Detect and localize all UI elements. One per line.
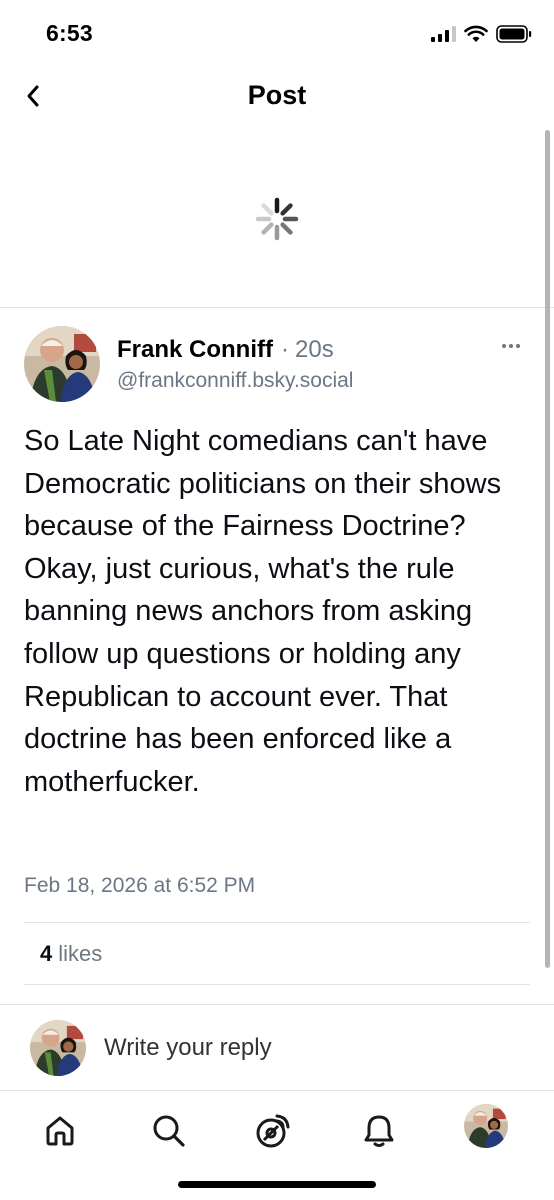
tab-notifications[interactable]	[356, 1108, 402, 1154]
author-avatar[interactable]	[24, 326, 100, 402]
wifi-icon	[464, 25, 488, 43]
tab-home[interactable]	[37, 1108, 83, 1154]
signal-icon	[431, 26, 456, 42]
loading-area	[0, 128, 554, 308]
battery-icon	[496, 25, 532, 43]
search-icon	[153, 1115, 185, 1147]
more-options-button[interactable]	[496, 336, 526, 356]
header: Post	[0, 68, 554, 128]
more-horizontal-icon	[502, 344, 506, 348]
user-avatar	[30, 1020, 86, 1076]
feeds-icon	[256, 1114, 290, 1148]
author-handle[interactable]: @frankconniff.bsky.social	[117, 369, 353, 393]
tab-search[interactable]	[146, 1108, 192, 1154]
divider	[24, 922, 530, 923]
reply-composer[interactable]: Write your reply	[0, 1004, 554, 1090]
likes-count: 4	[40, 941, 53, 966]
reply-input[interactable]: Write your reply	[104, 1034, 272, 1062]
notifications-icon	[364, 1115, 394, 1147]
scrollbar[interactable]	[545, 130, 550, 968]
home-indicator[interactable]	[178, 1181, 376, 1188]
spinner-icon	[255, 197, 299, 241]
status-time: 6:53	[46, 20, 93, 46]
status-icons	[431, 22, 532, 46]
tab-feeds[interactable]	[250, 1108, 296, 1154]
likes-row[interactable]: 4 likes	[40, 941, 102, 967]
post-text: So Late Night comedians can't have Democ…	[24, 425, 502, 798]
divider	[0, 307, 554, 308]
home-icon	[46, 1116, 74, 1146]
author-name[interactable]: Frank Conniff	[117, 336, 273, 364]
post-timestamp: Feb 18, 2026 at 6:52 PM	[24, 874, 256, 897]
post-age: 20s	[295, 336, 334, 363]
status-bar: 6:53	[0, 0, 554, 68]
likes-label: likes	[58, 941, 103, 966]
separator-dot: ·	[281, 336, 289, 363]
tab-profile-avatar[interactable]	[464, 1104, 508, 1148]
page-title: Post	[247, 80, 307, 110]
author-line: Frank Conniff · 20s	[117, 336, 334, 364]
divider	[24, 984, 530, 985]
